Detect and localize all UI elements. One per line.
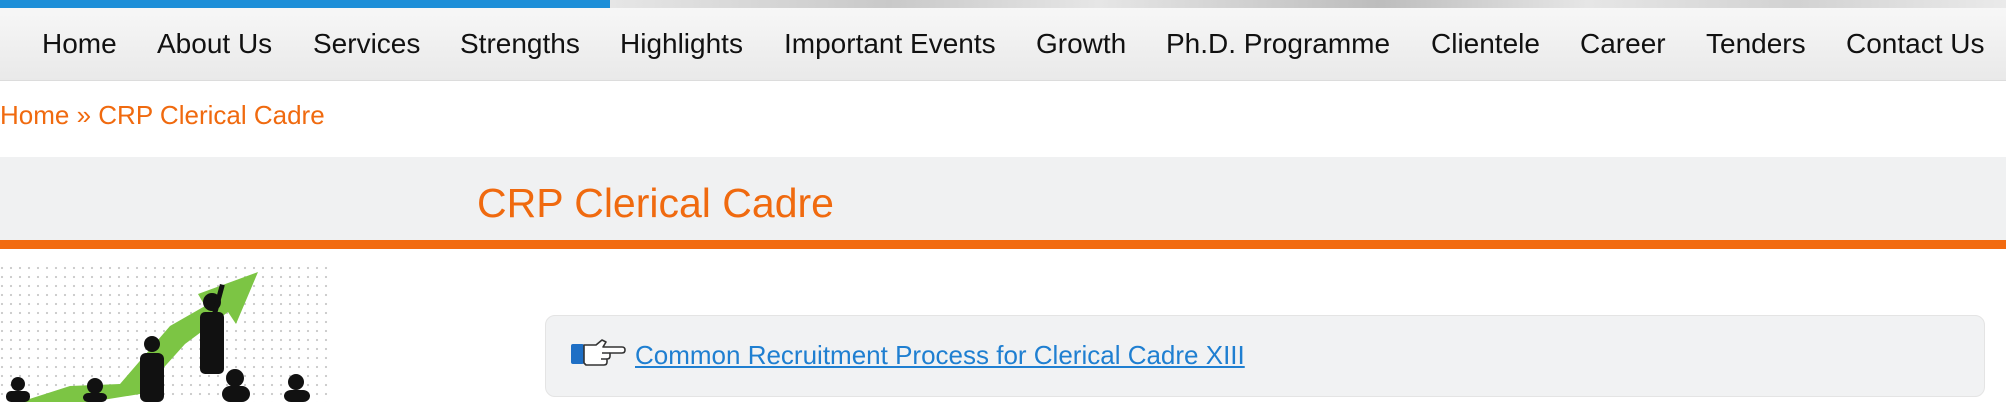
- title-band: [0, 157, 2006, 240]
- breadcrumb-separator: »: [69, 100, 99, 130]
- banner-blue-strip: [0, 0, 610, 8]
- nav-important-events[interactable]: Important Events: [784, 8, 996, 80]
- nav-highlights[interactable]: Highlights: [620, 8, 743, 80]
- main-navigation: Home About Us Services Strengths Highlig…: [0, 8, 2006, 81]
- banner-image: [610, 0, 2006, 8]
- nav-tenders[interactable]: Tenders: [1706, 8, 1806, 80]
- page-title: CRP Clerical Cadre: [477, 180, 834, 226]
- breadcrumb-current: CRP Clerical Cadre: [98, 100, 325, 130]
- breadcrumb-home[interactable]: Home: [0, 100, 69, 130]
- top-banner: [0, 0, 2006, 8]
- title-divider: [0, 240, 2006, 249]
- document-link-card: Common Recruitment Process for Clerical …: [545, 315, 1985, 397]
- breadcrumb: Home » CRP Clerical Cadre: [0, 100, 325, 131]
- pointing-hand-icon: [570, 336, 626, 372]
- growth-illustration: [0, 266, 330, 402]
- nav-about-us[interactable]: About Us: [157, 8, 272, 80]
- clerical-cadre-xiii-link[interactable]: Common Recruitment Process for Clerical …: [635, 340, 1245, 371]
- nav-contact-us[interactable]: Contact Us: [1846, 8, 1985, 80]
- nav-services[interactable]: Services: [313, 8, 420, 80]
- nav-phd-programme[interactable]: Ph.D. Programme: [1166, 8, 1390, 80]
- nav-growth[interactable]: Growth: [1036, 8, 1126, 80]
- nav-strengths[interactable]: Strengths: [460, 8, 580, 80]
- nav-clientele[interactable]: Clientele: [1431, 8, 1540, 80]
- nav-home[interactable]: Home: [42, 8, 117, 80]
- nav-career[interactable]: Career: [1580, 8, 1666, 80]
